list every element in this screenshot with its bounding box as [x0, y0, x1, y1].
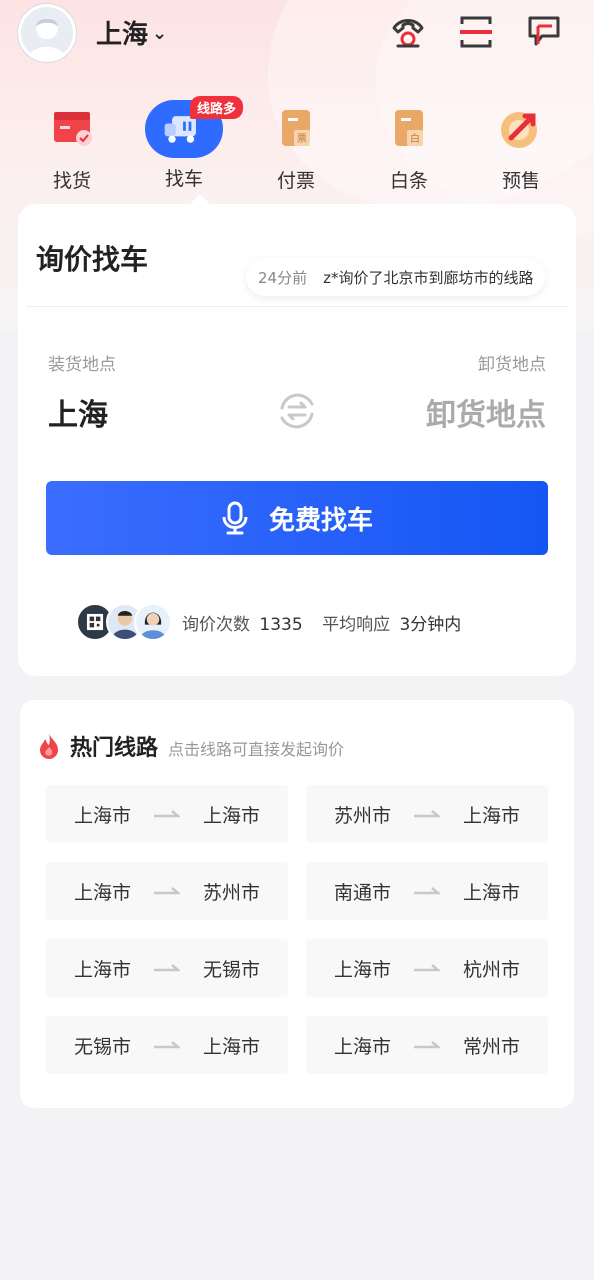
cargo-icon — [40, 96, 104, 160]
route-to: 上海市 — [202, 804, 260, 827]
unload-location-label: 卸货地点 — [478, 355, 546, 375]
route-arrow-icon — [414, 887, 440, 895]
route-to: 上海市 — [462, 804, 520, 827]
response-time-value: 3分钟内 — [399, 614, 462, 635]
route-item[interactable]: 上海市 上海市 — [46, 785, 288, 843]
hot-routes-title: 热门线路 — [70, 736, 159, 761]
agent-avatars — [76, 603, 172, 641]
route-arrow-icon — [154, 1041, 180, 1049]
route-from: 上海市 — [334, 958, 392, 981]
invoice-icon: 票 — [264, 96, 328, 160]
route-from: 上海市 — [74, 804, 132, 827]
phone-icon[interactable] — [390, 14, 426, 50]
route-item[interactable]: 上海市 无锡市 — [46, 939, 288, 997]
inquiry-count-label: 询价次数 — [182, 614, 250, 635]
route-from: 上海市 — [74, 881, 132, 904]
flame-icon — [40, 734, 58, 759]
unload-location-field[interactable]: 卸货地点 — [426, 390, 546, 434]
nav-item-credit-note[interactable]: 白 白条 — [359, 96, 459, 193]
response-time-label: 平均响应 — [322, 614, 391, 635]
route-arrow-icon — [414, 1041, 440, 1049]
find-truck-label: 免费找车 — [268, 505, 373, 536]
hot-routes-header: 热门线路 点击线路可直接发起询价 — [38, 730, 344, 762]
route-to: 上海市 — [462, 881, 520, 904]
avatar-icon — [21, 7, 73, 59]
route-arrow-icon — [414, 964, 440, 972]
agent-avatar — [134, 603, 172, 641]
nav-label: 付票 — [276, 170, 315, 192]
load-location-label: 装货地点 — [48, 355, 116, 375]
inquiry-stats: 询价次数 1335 平均响应 3分钟内 — [76, 603, 475, 641]
route-from: 上海市 — [334, 1035, 392, 1058]
route-item[interactable]: 上海市 常州市 — [306, 1016, 548, 1074]
load-location-field[interactable]: 上海 — [48, 390, 108, 434]
presale-icon — [489, 96, 553, 160]
swap-locations-icon[interactable] — [274, 388, 320, 434]
nav-label: 预售 — [501, 170, 540, 192]
chevron-down-icon: ⌄ — [152, 23, 168, 44]
inquiry-ticker: 24分前 z*询价了北京市到廊坊市的线路 — [246, 258, 546, 296]
route-from: 苏州市 — [334, 804, 392, 827]
nav-item-presale[interactable]: 预售 — [471, 96, 571, 193]
user-avatar[interactable] — [18, 4, 76, 62]
inquiry-title: 询价找车 — [36, 243, 149, 276]
route-from: 南通市 — [334, 881, 392, 904]
route-to: 上海市 — [202, 1035, 260, 1058]
nav-label: 找车 — [164, 168, 203, 190]
routes-badge: 线路多 — [190, 96, 244, 119]
stats-text: 询价次数 1335 平均响应 3分钟内 — [182, 610, 475, 635]
service-nav: 找货 找车 票 付票 白 白条 预售 — [0, 96, 594, 196]
nav-label: 找货 — [52, 170, 91, 192]
scan-icon[interactable] — [458, 14, 494, 50]
route-item[interactable]: 苏州市 上海市 — [306, 785, 548, 843]
route-from: 上海市 — [74, 958, 132, 981]
route-to: 无锡市 — [202, 958, 260, 981]
route-arrow-icon — [154, 810, 180, 818]
find-truck-button[interactable]: 免费找车 — [46, 481, 548, 555]
nav-item-invoice[interactable]: 票 付票 — [246, 96, 346, 193]
route-from: 无锡市 — [74, 1035, 132, 1058]
divider — [26, 306, 568, 307]
credit-note-icon: 白 — [377, 96, 441, 160]
city-label: 上海 — [96, 20, 149, 50]
message-icon[interactable] — [526, 14, 562, 50]
ticker-time: 24分前 — [258, 268, 308, 287]
route-arrow-icon — [154, 887, 180, 895]
microphone-icon — [222, 501, 248, 535]
svg-text:白: 白 — [410, 132, 420, 145]
ticker-message: z*询价了北京市到廊坊市的线路 — [323, 268, 534, 287]
nav-item-find-cargo[interactable]: 找货 — [22, 96, 122, 193]
route-arrow-icon — [414, 810, 440, 818]
inquiry-count-value: 1335 — [259, 614, 303, 635]
route-item[interactable]: 无锡市 上海市 — [46, 1016, 288, 1074]
route-item[interactable]: 上海市 杭州市 — [306, 939, 548, 997]
route-to: 常州市 — [462, 1035, 520, 1058]
route-item[interactable]: 南通市 上海市 — [306, 862, 548, 920]
route-arrow-icon — [154, 964, 180, 972]
city-selector[interactable]: 上海 ⌄ — [96, 14, 167, 51]
nav-label: 白条 — [389, 170, 428, 192]
route-to: 杭州市 — [462, 958, 520, 981]
route-item[interactable]: 上海市 苏州市 — [46, 862, 288, 920]
route-to: 苏州市 — [202, 881, 260, 904]
hot-routes-subtitle: 点击线路可直接发起询价 — [168, 740, 345, 759]
svg-text:票: 票 — [297, 133, 307, 145]
